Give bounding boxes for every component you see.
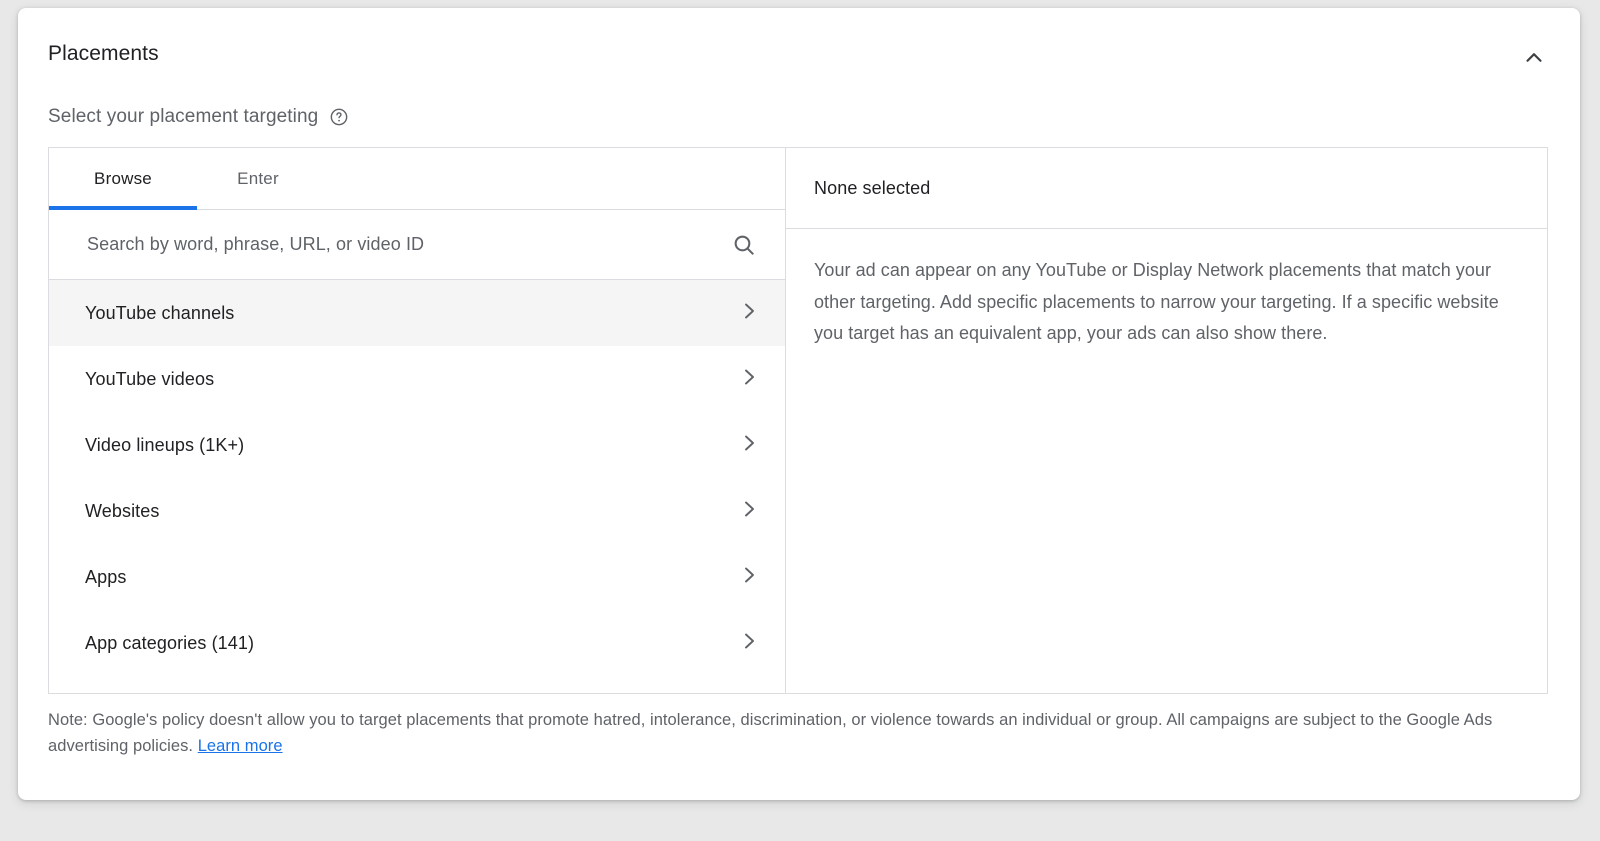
collapse-section-button[interactable] bbox=[1514, 38, 1554, 78]
tab-bar: Browse Enter bbox=[49, 148, 785, 210]
browse-item-app-categories[interactable]: App categories (141) bbox=[49, 610, 785, 676]
selection-pane: None selected Your ad can appear on any … bbox=[786, 148, 1547, 693]
placement-selector: Browse Enter YouTube channels bbox=[48, 147, 1548, 694]
browse-list: YouTube channels YouTube videos bbox=[49, 280, 785, 693]
browse-item-apps[interactable]: Apps bbox=[49, 544, 785, 610]
browse-item-label: Apps bbox=[85, 567, 126, 588]
browse-item-label: YouTube channels bbox=[85, 303, 234, 324]
browse-item-video-lineups[interactable]: Video lineups (1K+) bbox=[49, 412, 785, 478]
browse-item-label: Websites bbox=[85, 501, 160, 522]
search-input[interactable] bbox=[85, 233, 719, 256]
card-header: Placements bbox=[18, 8, 1580, 100]
placements-card: Placements Select your placement targeti… bbox=[18, 8, 1580, 800]
tab-enter[interactable]: Enter bbox=[197, 148, 319, 209]
learn-more-link[interactable]: Learn more bbox=[198, 737, 283, 755]
tab-browse-label: Browse bbox=[94, 169, 152, 189]
help-circle-icon[interactable] bbox=[329, 107, 349, 127]
chevron-right-icon bbox=[737, 497, 761, 526]
policy-note: Note: Google's policy doesn't allow you … bbox=[48, 708, 1538, 759]
selection-pane-header: None selected bbox=[786, 148, 1547, 229]
search-icon[interactable] bbox=[729, 230, 759, 260]
chevron-right-icon bbox=[737, 431, 761, 460]
browse-item-label: App categories (141) bbox=[85, 633, 254, 654]
chevron-right-icon bbox=[737, 299, 761, 328]
tab-enter-label: Enter bbox=[237, 169, 279, 189]
selection-pane-body: Your ad can appear on any YouTube or Dis… bbox=[786, 229, 1547, 693]
chevron-up-icon bbox=[1521, 45, 1547, 71]
selection-description: Your ad can appear on any YouTube or Dis… bbox=[814, 255, 1504, 350]
chevron-right-icon bbox=[737, 563, 761, 592]
tab-browse[interactable]: Browse bbox=[49, 148, 197, 209]
browse-pane: Browse Enter YouTube channels bbox=[49, 148, 786, 693]
browse-item-label: YouTube videos bbox=[85, 369, 214, 390]
subtitle-row: Select your placement targeting bbox=[48, 106, 349, 128]
selection-status-label: None selected bbox=[814, 178, 930, 199]
search-row bbox=[49, 210, 785, 280]
browse-item-websites[interactable]: Websites bbox=[49, 478, 785, 544]
subtitle-text: Select your placement targeting bbox=[48, 106, 318, 128]
browse-item-youtube-channels[interactable]: YouTube channels bbox=[49, 280, 785, 346]
browse-item-label: Video lineups (1K+) bbox=[85, 435, 244, 456]
chevron-right-icon bbox=[737, 365, 761, 394]
chevron-right-icon bbox=[737, 629, 761, 658]
page-title: Placements bbox=[48, 42, 159, 66]
browse-item-youtube-videos[interactable]: YouTube videos bbox=[49, 346, 785, 412]
